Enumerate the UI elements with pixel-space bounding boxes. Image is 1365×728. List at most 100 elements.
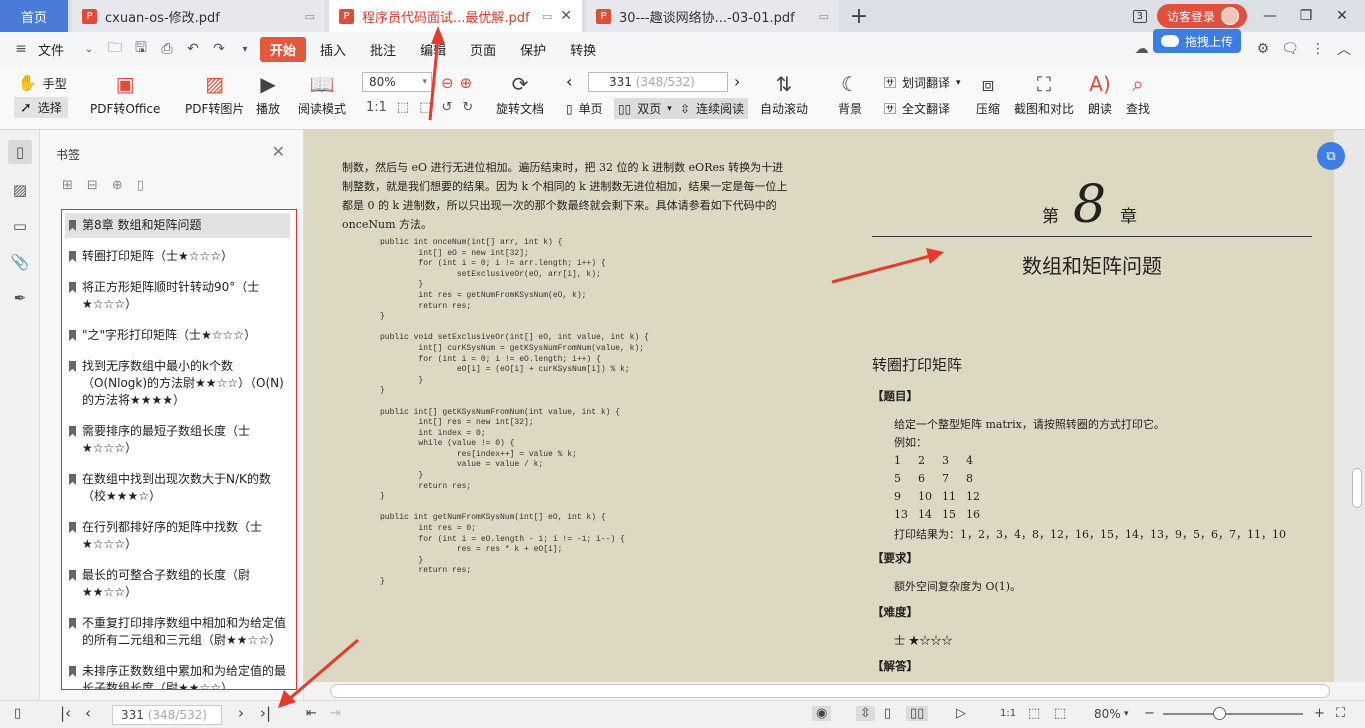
double-page-button[interactable]: ▯▯ 双页 ▾ (614, 98, 676, 119)
full-translate-button[interactable]: 🈂 全文翻译 (884, 100, 950, 117)
tab-preview-icon[interactable]: ▭ (542, 10, 552, 23)
file-menu[interactable]: 文件 (36, 37, 74, 62)
menu-start[interactable]: 开始 (260, 36, 307, 62)
zoom-slider-track[interactable] (1163, 713, 1303, 715)
bookmark-item[interactable]: 需要排序的最短子数组长度（士★☆☆☆） (65, 419, 296, 461)
last-page-icon[interactable]: ›| (260, 704, 271, 722)
play-button[interactable]: ▶ 播放 (256, 72, 280, 117)
bookmark-panel-icon[interactable]: ▯ (8, 140, 32, 164)
actual-size-icon[interactable]: 1:1 (366, 100, 387, 115)
doc-tab-1[interactable]: P cxuan-os-修改.pdf ▭ (72, 0, 325, 32)
doc-tab-2[interactable]: P 程序员代码面试...最优解.pdf ▭ ✕ (329, 0, 582, 32)
double-view-icon[interactable]: ▯▯ (906, 706, 929, 721)
search-button[interactable]: ⌕ 查找 (1126, 72, 1150, 117)
restore-icon[interactable]: ❐ (1293, 8, 1319, 24)
read-mode-button[interactable]: 📖 阅读模式 (298, 72, 346, 117)
fit-width-icon[interactable]: ⬚ (419, 100, 431, 115)
add-bookmark-icon[interactable]: ⊕ (112, 178, 123, 193)
select-tool[interactable]: ➚ 选择 (14, 97, 68, 118)
window-count-badge[interactable]: 3 (1132, 9, 1147, 23)
pdf-to-office-button[interactable]: ▣ PDF转Office (90, 72, 160, 117)
menu-page[interactable]: 页面 (460, 37, 506, 62)
toggle-sidebar-icon[interactable]: ▯ (14, 706, 21, 721)
open-folder-icon[interactable]: 🗀 (104, 37, 126, 61)
save-icon[interactable]: 🖫 (130, 37, 152, 61)
screenshot-compare-button[interactable]: ⛶ 截图和对比 (1014, 72, 1074, 117)
bookmark-item[interactable]: 不重复打印排序数组中相加和为给定值的所有二元组和三元组（尉★★☆☆） (65, 611, 296, 653)
bookmark-item[interactable]: 在行列都排好序的矩阵中找数（士★☆☆☆） (65, 515, 296, 557)
zoom-out-icon[interactable]: − (1144, 706, 1155, 721)
fit-width-icon[interactable]: ⬚ (1054, 706, 1066, 721)
attachment-panel-icon[interactable]: 📎 (8, 250, 32, 274)
expand-all-icon[interactable]: ⊞ (62, 178, 73, 193)
zoom-input[interactable]: 80% ▾ (362, 72, 432, 92)
bookmark-item[interactable]: 将正方形矩阵顺时针转动90°（士★☆☆☆） (65, 275, 296, 317)
bookmark-item[interactable]: 转圈打印矩阵（士★☆☆☆） (65, 244, 296, 269)
signature-panel-icon[interactable]: ✒ (8, 286, 32, 310)
zoom-in-icon[interactable]: ⊕ (460, 74, 473, 92)
menu-convert[interactable]: 转换 (560, 37, 606, 62)
new-tab-button[interactable]: + (839, 0, 879, 32)
more-icon[interactable]: ⋮ (1311, 41, 1325, 57)
forward-icon[interactable]: ⇥ (330, 706, 341, 721)
continuous-view-icon[interactable]: ⇳ (856, 706, 875, 721)
menu-protect[interactable]: 保护 (510, 37, 556, 62)
fit-page-icon[interactable]: ⬚ (397, 100, 409, 115)
actual-size-icon[interactable]: 1:1 (1000, 708, 1016, 719)
pdf-to-image-button[interactable]: ▨ PDF转图片 (185, 72, 244, 117)
undo-icon[interactable]: ↶ (182, 41, 204, 57)
doc-tab-3[interactable]: P 30---趣谈网络协...-03-01.pdf ▭ (586, 0, 839, 32)
tab-preview-icon[interactable]: ▭ (819, 10, 829, 23)
comment-panel-icon[interactable]: ▭ (8, 214, 32, 238)
comment-icon[interactable]: 🗨 (1281, 41, 1299, 57)
page-number-input[interactable]: 331 (348/532) (588, 72, 728, 92)
word-translate-button[interactable]: 🈂 划词翻译 ▾ (884, 74, 961, 91)
fullscreen-icon[interactable]: ⛶ (1336, 706, 1345, 721)
home-tab[interactable]: 首页 (0, 0, 68, 32)
collapse-ribbon-icon[interactable]: ︿ (1337, 39, 1351, 59)
prev-page-icon[interactable]: ‹ (85, 704, 91, 722)
background-button[interactable]: ☾ 背景 (838, 72, 862, 117)
close-icon[interactable]: ✕ (272, 142, 285, 161)
fit-page-icon[interactable]: ⬚ (1028, 706, 1040, 721)
cloud-sync-icon[interactable]: ☁ (1135, 41, 1149, 57)
eye-protect-icon[interactable]: ◉ (812, 706, 832, 721)
play-icon[interactable]: ▷ (956, 706, 966, 721)
bookmark-item[interactable]: 在数组中找到出现次数大于N/K的数（校★★★☆） (65, 467, 296, 509)
single-view-icon[interactable]: ▯ (884, 706, 891, 721)
zoom-in-icon[interactable]: + (1314, 706, 1325, 721)
read-aloud-button[interactable]: A) 朗读 (1088, 72, 1112, 117)
bookmark-item[interactable]: 最长的可整合子数组的长度（尉★★☆☆） (65, 563, 296, 605)
prev-page-icon[interactable]: ‹ (566, 72, 572, 91)
collapse-all-icon[interactable]: ⊟ (87, 178, 98, 193)
chevron-down-icon[interactable]: ▾ (1124, 709, 1129, 719)
chevron-down-icon[interactable]: ⌄ (78, 44, 100, 55)
chevron-down-icon[interactable]: ▾ (422, 73, 427, 91)
hand-tool[interactable]: ✋ 手型 (18, 74, 67, 92)
bookmark-item[interactable]: 找到无序数组中最小的k个数（O(Nlogk)的方法尉★★☆☆）（O(N)的方法将… (65, 354, 296, 413)
visitor-login-button[interactable]: 访客登录 (1156, 4, 1247, 28)
document-viewer[interactable]: 制数，然后与 eO 进行无进位相加。遍历结束时，把 32 位的 k 进制数 eO… (304, 130, 1365, 682)
drag-upload-button[interactable]: 拖拽上传 (1153, 29, 1242, 53)
first-page-icon[interactable]: |‹ (60, 704, 71, 722)
rotate-right-icon[interactable]: ↻ (462, 100, 473, 115)
continuous-read-button[interactable]: ⇳ 连续阅读 (676, 98, 749, 119)
close-window-icon[interactable]: ✕ (1329, 8, 1355, 24)
rotate-document-button[interactable]: ⟳ 旋转文档 (496, 72, 544, 117)
bookmark-icon[interactable]: ▯ (137, 178, 144, 193)
floating-tool-icon[interactable]: ⧉ (1317, 142, 1345, 170)
single-page-button[interactable]: ▯ 单页 (566, 100, 603, 117)
back-icon[interactable]: ⇤ (306, 706, 317, 721)
zoom-out-icon[interactable]: ⊖ (441, 74, 454, 92)
menu-edit[interactable]: 编辑 (410, 37, 456, 62)
vertical-scrollbar[interactable] (1352, 468, 1362, 508)
more-dropdown-icon[interactable]: ▾ (234, 44, 256, 55)
hamburger-icon[interactable]: ≡ (10, 41, 32, 57)
tab-preview-icon[interactable]: ▭ (305, 10, 315, 23)
next-page-icon[interactable]: › (238, 704, 244, 722)
rotate-left-icon[interactable]: ↺ (442, 100, 453, 115)
menu-insert[interactable]: 插入 (310, 37, 356, 62)
bookmark-item[interactable]: "之"字形打印矩阵（士★☆☆☆） (65, 323, 296, 348)
redo-icon[interactable]: ↷ (208, 41, 230, 57)
compress-button[interactable]: ⧈ 压缩 (976, 72, 1000, 117)
